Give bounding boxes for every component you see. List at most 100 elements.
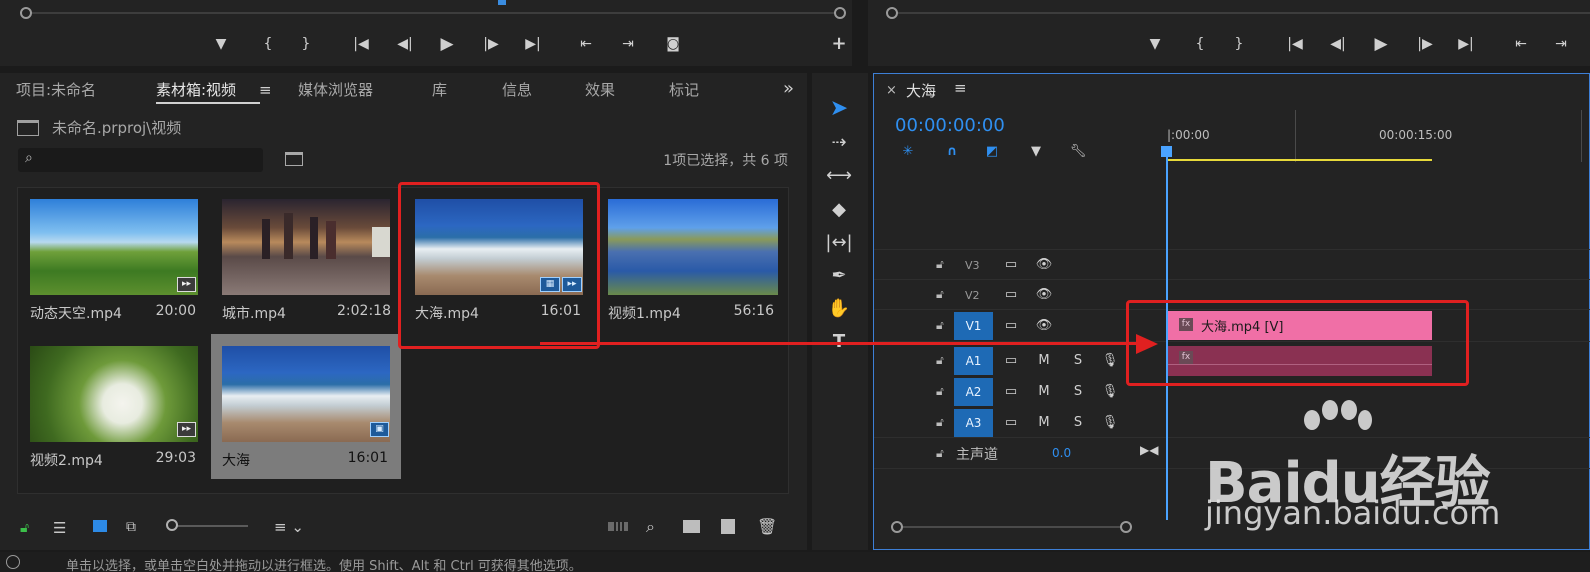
- source-playhead[interactable]: [498, 0, 506, 5]
- go-to-out-button[interactable]: ▶|: [520, 33, 546, 55]
- list-item[interactable]: ▣ 大海 16:01: [222, 346, 394, 476]
- overwrite-button[interactable]: ⇥: [615, 33, 641, 55]
- eye-icon[interactable]: 👁︎: [1034, 316, 1054, 336]
- icon-view-icon[interactable]: [93, 520, 107, 532]
- list-item[interactable]: 城市.mp4 2:02:18: [222, 199, 394, 329]
- timecode-display[interactable]: 00:00:00:00: [895, 115, 1005, 136]
- add-button[interactable]: +: [826, 33, 852, 55]
- mark-in-button[interactable]: {: [255, 33, 281, 55]
- solo-button[interactable]: S: [1068, 382, 1088, 402]
- close-icon[interactable]: ×: [886, 83, 897, 98]
- mute-button[interactable]: M: [1034, 413, 1054, 433]
- master-volume-value[interactable]: 0.0: [1052, 446, 1071, 460]
- microphone-icon[interactable]: 🎙︎: [1100, 413, 1120, 433]
- find-bottom-icon[interactable]: ⌕: [646, 517, 655, 537]
- tab-info[interactable]: 信息: [502, 76, 532, 104]
- program-go-to-in-button[interactable]: |◀: [1282, 33, 1308, 55]
- program-step-back-button[interactable]: ◀|: [1325, 33, 1351, 55]
- track-lock-icon[interactable]: 🔓︎: [936, 287, 944, 302]
- track-a1-target[interactable]: A1: [954, 347, 993, 375]
- new-bin-icon[interactable]: [683, 520, 700, 533]
- razor-tool-icon[interactable]: ◆: [824, 195, 854, 225]
- track-lock-icon[interactable]: 🔓︎: [936, 353, 944, 368]
- linked-selection-icon[interactable]: ◩: [982, 142, 1002, 162]
- zoom-slider[interactable]: [172, 525, 248, 527]
- program-in-handle[interactable]: [886, 7, 898, 19]
- list-view-icon[interactable]: ☰: [53, 519, 66, 537]
- solo-button[interactable]: S: [1068, 351, 1088, 371]
- track-select-tool-icon[interactable]: ⇢: [824, 128, 854, 158]
- nest-toggle-icon[interactable]: ✳: [898, 142, 918, 162]
- source-scrub-bar[interactable]: [26, 12, 840, 14]
- pen-tool-icon[interactable]: ✒: [824, 261, 854, 291]
- tab-markers[interactable]: 标记: [669, 76, 699, 104]
- add-marker-icon[interactable]: ▼: [1026, 142, 1046, 162]
- list-item[interactable]: ▸▸ 视频2.mp4 29:03: [30, 346, 202, 476]
- track-lock-icon[interactable]: 🔓︎: [936, 257, 944, 272]
- sync-lock-icon[interactable]: ▭: [1001, 413, 1021, 433]
- lock-icon[interactable]: 🔓︎: [20, 520, 29, 536]
- track-lock-icon[interactable]: 🔓︎: [936, 415, 944, 430]
- track-v1-target[interactable]: V1: [954, 312, 993, 340]
- eye-icon[interactable]: 👁︎: [1034, 285, 1054, 305]
- time-ruler[interactable]: |:00:00 00:00:15:00: [1167, 102, 1590, 162]
- track-lock-icon[interactable]: 🔓︎: [936, 318, 944, 333]
- slip-tool-icon[interactable]: |↔|: [824, 228, 854, 258]
- program-mark-in-button[interactable]: {: [1187, 33, 1213, 55]
- mute-button[interactable]: M: [1034, 382, 1054, 402]
- sort-icon[interactable]: ≡ ⌄: [274, 518, 304, 536]
- wrench-icon[interactable]: 🔧︎: [1068, 142, 1088, 162]
- tab-libraries[interactable]: 库: [432, 76, 447, 104]
- tab-menu-icon[interactable]: ≡: [259, 76, 272, 104]
- sequence-menu-icon[interactable]: ≡: [954, 79, 967, 97]
- track-lock-icon[interactable]: 🔓︎: [936, 384, 944, 399]
- program-add-marker-button[interactable]: ▼: [1142, 33, 1168, 55]
- sync-lock-icon[interactable]: ▭: [1001, 382, 1021, 402]
- go-to-in-button[interactable]: |◀: [348, 33, 374, 55]
- new-item-icon[interactable]: [721, 519, 735, 534]
- insert-button[interactable]: ⇤: [573, 33, 599, 55]
- ripple-edit-tool-icon[interactable]: ⟷: [824, 161, 854, 191]
- playhead-handle[interactable]: [1161, 146, 1172, 157]
- lift-button[interactable]: ⇤: [1508, 33, 1534, 55]
- camera-icon[interactable]: ◙: [660, 33, 686, 55]
- step-back-button[interactable]: ◀|: [392, 33, 418, 55]
- tab-project[interactable]: 项目:未命名: [16, 76, 96, 104]
- sync-lock-icon[interactable]: ▭: [1001, 255, 1021, 275]
- snap-icon[interactable]: ∩: [942, 142, 962, 162]
- timeline-zoom-bar[interactable]: [896, 526, 1126, 528]
- program-go-to-out-button[interactable]: ▶|: [1453, 33, 1479, 55]
- mute-button[interactable]: M: [1034, 351, 1054, 371]
- freeform-view-icon[interactable]: ⧉: [126, 519, 136, 535]
- sync-lock-icon[interactable]: ▭: [1001, 285, 1021, 305]
- hand-tool-icon[interactable]: ✋: [824, 294, 854, 324]
- microphone-icon[interactable]: 🎙︎: [1100, 351, 1120, 371]
- mark-out-button[interactable]: }: [293, 33, 319, 55]
- program-mark-out-button[interactable]: }: [1226, 33, 1252, 55]
- automate-to-sequence-icon[interactable]: [608, 522, 628, 531]
- list-item[interactable]: ▸▸ 动态天空.mp4 20:00: [30, 199, 202, 329]
- add-marker-button[interactable]: ▼: [208, 33, 234, 55]
- find-icon[interactable]: [285, 152, 303, 166]
- track-lock-icon[interactable]: 🔓︎: [936, 446, 944, 461]
- eye-icon[interactable]: 👁︎: [1034, 255, 1054, 275]
- sequence-tab[interactable]: 大海: [906, 80, 936, 101]
- bin-up-folder-icon[interactable]: [17, 120, 39, 136]
- tab-effects[interactable]: 效果: [585, 76, 615, 104]
- source-out-handle[interactable]: [834, 7, 846, 19]
- tab-media-browser[interactable]: 媒体浏览器: [298, 76, 373, 104]
- track-a3-target[interactable]: A3: [954, 409, 993, 437]
- go-to-end-icon[interactable]: ▶◀: [1140, 443, 1158, 457]
- zoom-bar-right-handle[interactable]: [1120, 521, 1132, 533]
- track-a2-target[interactable]: A2: [954, 378, 993, 406]
- program-step-forward-button[interactable]: |▶: [1412, 33, 1438, 55]
- selection-tool-icon[interactable]: ➤: [824, 94, 854, 124]
- zoom-bar-left-handle[interactable]: [891, 521, 903, 533]
- search-input[interactable]: ⌕: [18, 148, 263, 172]
- list-item[interactable]: 视频1.mp4 56:16: [608, 199, 780, 329]
- program-play-button[interactable]: ▶: [1368, 33, 1394, 55]
- sync-lock-icon[interactable]: ▭: [1001, 316, 1021, 336]
- step-forward-button[interactable]: |▶: [478, 33, 504, 55]
- sync-lock-icon[interactable]: ▭: [1001, 351, 1021, 371]
- trash-icon[interactable]: 🗑︎: [757, 517, 777, 536]
